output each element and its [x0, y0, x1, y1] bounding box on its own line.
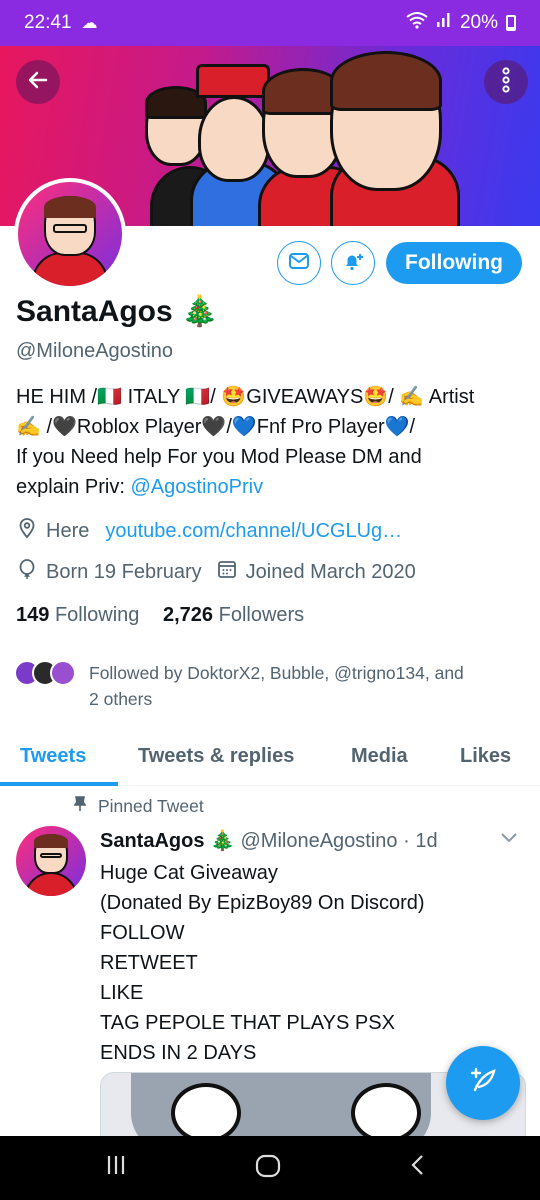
media-image-eye: [171, 1083, 241, 1143]
profile-handle: @MiloneAgostino: [16, 340, 174, 362]
banner-character: [198, 96, 270, 182]
followed-by-line: 2 others: [89, 689, 153, 709]
media-image-eye: [351, 1083, 421, 1143]
back-arrow-icon: [26, 68, 50, 97]
tweet-line: (Donated By EpizBoy89 On Discord): [100, 892, 425, 914]
tweet-author-avatar[interactable]: [16, 826, 86, 896]
tab-media[interactable]: Media: [351, 728, 408, 784]
battery-percent: 20%: [459, 12, 498, 33]
bio-line: explain Priv: @AgostinoPriv: [16, 472, 526, 502]
following-button[interactable]: Following: [386, 242, 522, 284]
profile-avatar[interactable]: [14, 178, 126, 290]
profile-name: SantaAgos 🎄: [16, 295, 219, 328]
following-text: Following: [54, 604, 140, 626]
tweet-line: FOLLOW: [100, 922, 185, 944]
message-button[interactable]: [277, 241, 321, 285]
calendar-icon: [216, 558, 246, 586]
notifications-button[interactable]: [331, 241, 375, 285]
balloon-icon: [16, 558, 46, 586]
birthday-text: Born 19 February: [46, 560, 202, 583]
followers-count-link[interactable]: 2,726 Followers: [163, 604, 304, 626]
tab-tweets-replies[interactable]: Tweets & replies: [138, 728, 294, 784]
tweet-line: LIKE: [100, 982, 144, 1004]
pin-icon: [73, 796, 87, 817]
bio-line: ✍️ /🖤Roblox Player🖤/💙Fnf Pro Player💙/: [16, 416, 416, 438]
tweet-line: ENDS IN 2 DAYS: [100, 1042, 257, 1064]
tweet-time[interactable]: · 1d: [403, 830, 437, 852]
recent-apps-icon[interactable]: [106, 1154, 126, 1181]
profile-meta-location-row: Here youtube.com/channel/UCGLUg…: [16, 517, 402, 545]
profile-bio: HE HIM /🇮🇹 ITALY 🇮🇹/ 🤩GIVEAWAYS🤩/ ✍️ Art…: [16, 382, 526, 502]
followed-by-avatars[interactable]: [14, 660, 76, 686]
profile-meta-dates-row: Born 19 February Joined March 2020: [16, 558, 416, 586]
followed-by-text[interactable]: Followed by DoktorX2, Bubble, @trigno134…: [89, 660, 529, 712]
tweet-header: SantaAgos 🎄 @MiloneAgostino · 1d: [100, 828, 438, 853]
location-pin-icon: [16, 517, 46, 545]
banner-character: [330, 51, 442, 191]
following-count-link[interactable]: 149 Following: [16, 604, 139, 626]
chevron-down-icon[interactable]: [500, 830, 518, 848]
tweet-line: Huge Cat Giveaway: [100, 862, 278, 884]
system-nav-bar: [0, 1136, 540, 1200]
tweet-line: RETWEET: [100, 952, 198, 974]
bell-plus-icon: [341, 249, 365, 278]
tweet-author-handle[interactable]: @MiloneAgostino: [240, 830, 397, 852]
pinned-text: Pinned Tweet: [98, 796, 204, 816]
tab-tweets[interactable]: Tweets: [20, 728, 86, 784]
active-tab-indicator: [0, 782, 118, 786]
compose-icon: [466, 1064, 500, 1103]
follow-counts: 149 Following 2,726 Followers: [16, 604, 304, 627]
location-text: Here: [46, 519, 90, 542]
pinned-label: Pinned Tweet: [73, 796, 204, 817]
bio-line: HE HIM /🇮🇹 ITALY 🇮🇹/ 🤩GIVEAWAYS🤩/ ✍️ Art…: [16, 386, 475, 408]
signal-icon: [436, 12, 452, 34]
banner-hat: [196, 64, 270, 98]
banner-character: [145, 86, 207, 166]
profile-tabs: Tweets Tweets & replies Media Likes: [0, 728, 540, 786]
joined-text: Joined March 2020: [245, 560, 416, 583]
follower-avatar: [50, 660, 76, 686]
followed-by-line: Followed by DoktorX2, Bubble, @trigno134…: [89, 663, 464, 683]
wifi-icon: [406, 11, 428, 35]
compose-button[interactable]: [446, 1046, 520, 1120]
home-icon[interactable]: [255, 1154, 281, 1183]
more-button[interactable]: [484, 60, 528, 104]
bio-text: explain Priv:: [16, 476, 131, 498]
tweet-line: TAG PEPOLE THAT PLAYS PSX: [100, 1012, 395, 1034]
bio-mention-link[interactable]: @AgostinoPriv: [131, 476, 264, 498]
followers-text: Followers: [218, 604, 305, 626]
envelope-icon: [287, 249, 311, 278]
tab-likes[interactable]: Likes: [460, 728, 511, 784]
tweet-author-name[interactable]: SantaAgos 🎄: [100, 830, 235, 852]
website-link[interactable]: youtube.com/channel/UCGLUg…: [105, 520, 402, 543]
status-bar: 22:41 ☁ 20%: [0, 0, 540, 46]
bio-line: If you Need help For you Mod Please DM a…: [16, 446, 422, 468]
status-time: 22:41: [24, 12, 72, 33]
more-vertical-icon: [502, 66, 510, 98]
cloud-icon: ☁: [81, 15, 98, 32]
back-button[interactable]: [16, 60, 60, 104]
battery-icon: [506, 15, 516, 31]
tweet-text: Huge Cat Giveaway (Donated By EpizBoy89 …: [100, 858, 425, 1068]
following-count: 149: [16, 604, 50, 626]
back-nav-icon[interactable]: [410, 1154, 426, 1181]
followers-count: 2,726: [162, 604, 214, 626]
